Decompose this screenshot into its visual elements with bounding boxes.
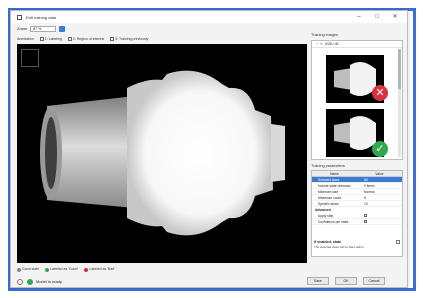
property-row[interactable]: Confidence per state [312,219,402,225]
training-images-panel: + ✕ 0/26 / 40 ✕ ✓ [311,40,403,160]
roi-icon [67,37,72,42]
property-value[interactable]: All [362,178,402,182]
training-images-count: 0/26 / 40 [324,42,339,46]
status-bar: Model is ready Save OK Cancel [17,277,403,286]
properties-title: Training parameters [311,164,345,168]
label-legend: Good state Labeled as 'Good' Labeled as … [17,266,115,273]
maximize-button[interactable]: □ [371,13,383,21]
image-viewer[interactable] [17,44,307,263]
settings-icon[interactable] [17,278,23,285]
scrollbar-thumb[interactable] [398,49,401,89]
good-badge-icon: ✓ [372,141,388,157]
training-images-toolbar: + ✕ 0/26 / 40 [312,41,402,48]
training-image-thumb[interactable]: ✕ [326,55,388,103]
part-image [40,70,285,236]
property-description: If enabled, state The selected class wil… [314,240,400,249]
tool-labeling-label: 1: Labeling [44,36,62,41]
legend-labeled-bad-label: Labeled as 'Bad' [89,267,115,272]
green-dot-icon [45,267,50,272]
grey-dot-icon [17,267,21,272]
status-ok-icon [27,278,33,285]
roi-rectangle[interactable] [21,49,39,67]
training-window: Edit training data – □ ✕ Zoom 87 % Annot… [10,10,408,288]
save-button[interactable]: Save [307,277,329,285]
column-value: Value [375,171,384,176]
zoom-row: Zoom 87 % [17,25,66,32]
zoom-label: Zoom [17,26,28,31]
property-value[interactable]: 0 items [362,184,402,188]
bad-badge-icon: ✕ [372,85,388,101]
title-bar: Edit training data – □ ✕ [11,11,407,23]
property-name: Apply step [318,213,334,218]
label-icon [39,37,44,42]
annotation-label: Annotation [17,37,34,41]
property-name: Confidence per state [318,219,349,224]
remove-icon[interactable]: ✕ [320,42,323,46]
info-icon[interactable] [396,240,400,244]
property-name: Specific factor [318,201,339,206]
tool-labeling[interactable]: 1: Labeling [39,36,62,42]
description-title: If enabled, state [314,240,342,244]
close-button[interactable]: ✕ [389,13,401,21]
column-name: Name [330,171,339,176]
red-dot-icon [84,267,89,272]
tool-region-of-interest[interactable]: 2: Region of interest [67,36,105,42]
training-images-title: Training images [311,33,338,37]
legend-good-state: Good state [17,267,40,272]
training-images-header: Training images [311,33,403,39]
checkbox[interactable] [364,214,367,218]
properties-grid: Name Value Selected class All Include sta… [311,170,403,257]
training-icon [110,37,115,42]
legend-good-state-label: Good state [22,267,40,272]
property-name: Maximum count [318,195,342,200]
property-name: Selected class [318,177,340,182]
app-icon [17,14,22,20]
minimize-button[interactable]: – [353,13,365,21]
status-text: Model is ready [36,279,63,284]
legend-labeled-good-label: Labeled as 'Good' [50,267,79,272]
property-value[interactable]: 5 [362,196,402,200]
checkbox[interactable] [364,220,367,224]
training-images-scrollbar[interactable] [398,49,401,157]
tool-training[interactable]: 3: Training previously [110,36,149,42]
tool-roi-label: 2: Region of interest [72,36,105,41]
annotation-toolbar: Annotation 1: Labeling 2: Region of inte… [17,35,307,43]
property-name: Include state unknown [318,183,351,188]
property-value[interactable]: 10 [362,202,402,206]
cancel-button[interactable]: Cancel [363,277,385,285]
training-image-thumb[interactable]: ✓ [326,109,388,157]
legend-labeled-bad: Labeled as 'Bad' [84,267,115,272]
property-value[interactable]: Normal [362,190,402,194]
zoom-select[interactable]: 87 % [30,25,57,32]
description-text: The selected class will be filled within… [314,245,365,249]
window-title: Edit training data [26,14,57,20]
tool-training-label: 3: Training previously [115,36,149,41]
property-name: Minimum size [318,189,339,194]
zoom-apply-button[interactable] [59,25,66,32]
ok-button[interactable]: OK [335,277,357,285]
legend-labeled-good: Labeled as 'Good' [45,267,79,272]
add-icon[interactable]: + [316,42,318,46]
